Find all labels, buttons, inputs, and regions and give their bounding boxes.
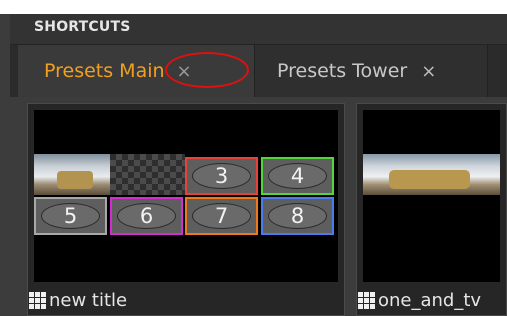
preset-6-button[interactable]: 6 [110, 197, 183, 235]
preset-3-button[interactable]: 3 [185, 157, 258, 195]
preset-number: 8 [290, 204, 305, 228]
shortcuts-header: SHORTCUTS [10, 14, 507, 45]
empty-slot [110, 154, 185, 195]
top-strip [0, 0, 507, 14]
presets-content: 3 4 5 6 7 8 new title one_and_tv [10, 97, 507, 316]
preset-thumbnail[interactable] [363, 110, 500, 282]
preset-number: 6 [139, 204, 154, 228]
preset-8-button[interactable]: 8 [261, 197, 334, 235]
card-title: new title [49, 290, 128, 311]
preset-thumbnail[interactable]: 3 4 5 6 7 8 [34, 110, 338, 282]
preset-number: 3 [214, 164, 229, 188]
section-title: SHORTCUTS [34, 19, 131, 35]
tab-presets-tower[interactable]: Presets Tower × [254, 45, 488, 97]
tab-label: Presets Main [44, 60, 165, 82]
camera-preview [34, 154, 110, 195]
card-caption: new title [29, 290, 127, 311]
preset-tab-bar: Presets Main × Presets Tower × [10, 45, 507, 97]
preset-card[interactable]: one_and_tv [356, 103, 507, 316]
camera-preview [363, 154, 500, 195]
grid-icon [29, 292, 46, 309]
preset-card[interactable]: 3 4 5 6 7 8 new title [27, 103, 345, 316]
grid-icon [358, 292, 375, 309]
card-caption: one_and_tv [358, 290, 481, 311]
preset-number: 7 [214, 204, 229, 228]
close-icon[interactable]: × [421, 61, 436, 82]
preset-number: 4 [290, 164, 305, 188]
preset-number: 5 [63, 204, 78, 228]
tab-presets-main[interactable]: Presets Main × [18, 45, 254, 97]
left-edge-panel [0, 14, 10, 316]
preset-4-button[interactable]: 4 [261, 157, 334, 195]
tab-label: Presets Tower [277, 60, 408, 82]
card-title: one_and_tv [378, 290, 482, 311]
preset-5-button[interactable]: 5 [34, 197, 107, 235]
close-icon[interactable]: × [177, 61, 192, 82]
preset-7-button[interactable]: 7 [185, 197, 258, 235]
